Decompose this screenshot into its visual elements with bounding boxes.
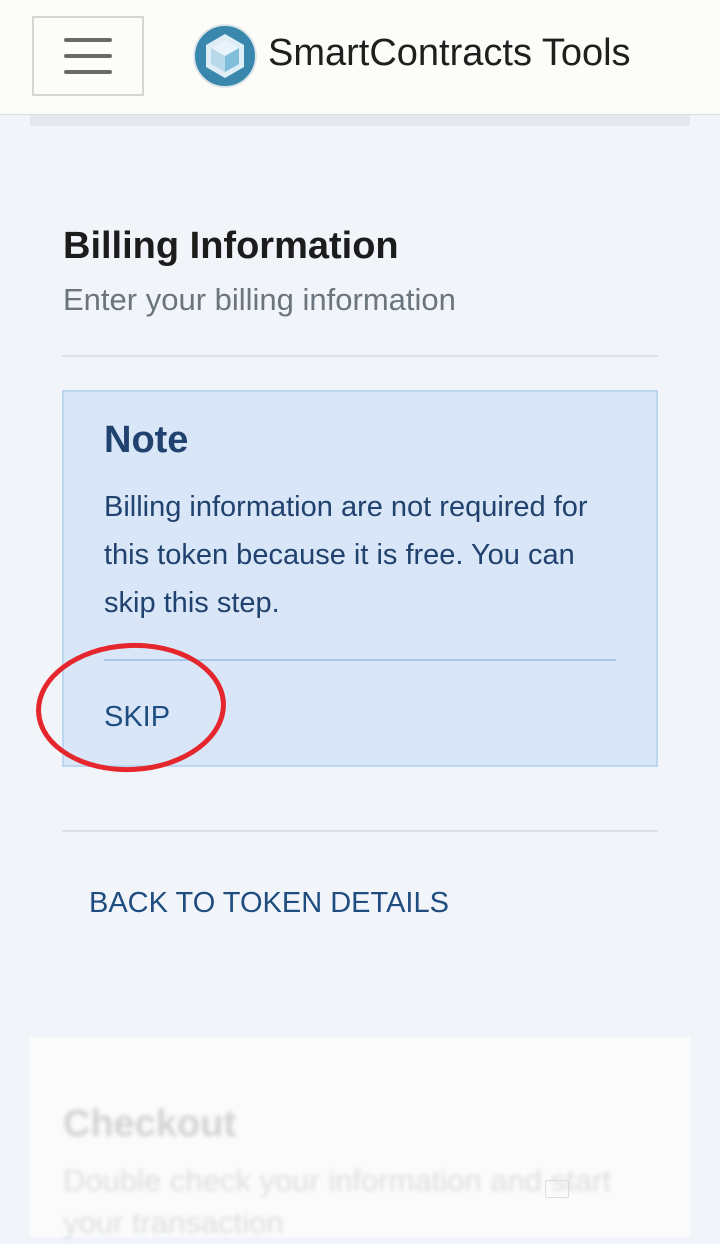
skip-button[interactable]: SKIP — [104, 697, 170, 737]
back-to-token-details-button[interactable]: BACK TO TOKEN DETAILS — [89, 883, 449, 923]
hamburger-menu-icon — [64, 38, 112, 42]
divider — [62, 830, 658, 832]
watermark-icon — [545, 1180, 569, 1198]
hamburger-menu-icon-bar — [64, 54, 112, 58]
section-divider-strip — [30, 115, 690, 126]
note-divider — [104, 659, 616, 661]
brand-title[interactable]: SmartContracts Tools — [268, 30, 631, 76]
note-title: Note — [104, 419, 189, 461]
hamburger-menu-icon-bar — [64, 70, 112, 74]
checkout-subtitle: Double check your information and start … — [63, 1163, 611, 1240]
top-navbar: SmartContracts Tools — [0, 0, 720, 115]
billing-subtitle: Enter your billing information — [63, 282, 456, 317]
divider — [62, 355, 658, 357]
billing-title: Billing Information — [63, 225, 399, 267]
menu-toggle-button[interactable] — [32, 16, 144, 96]
note-body: Billing information are not required for… — [104, 491, 588, 619]
cube-hexagon-logo-icon[interactable] — [193, 24, 257, 88]
checkout-title: Checkout — [63, 1103, 237, 1145]
